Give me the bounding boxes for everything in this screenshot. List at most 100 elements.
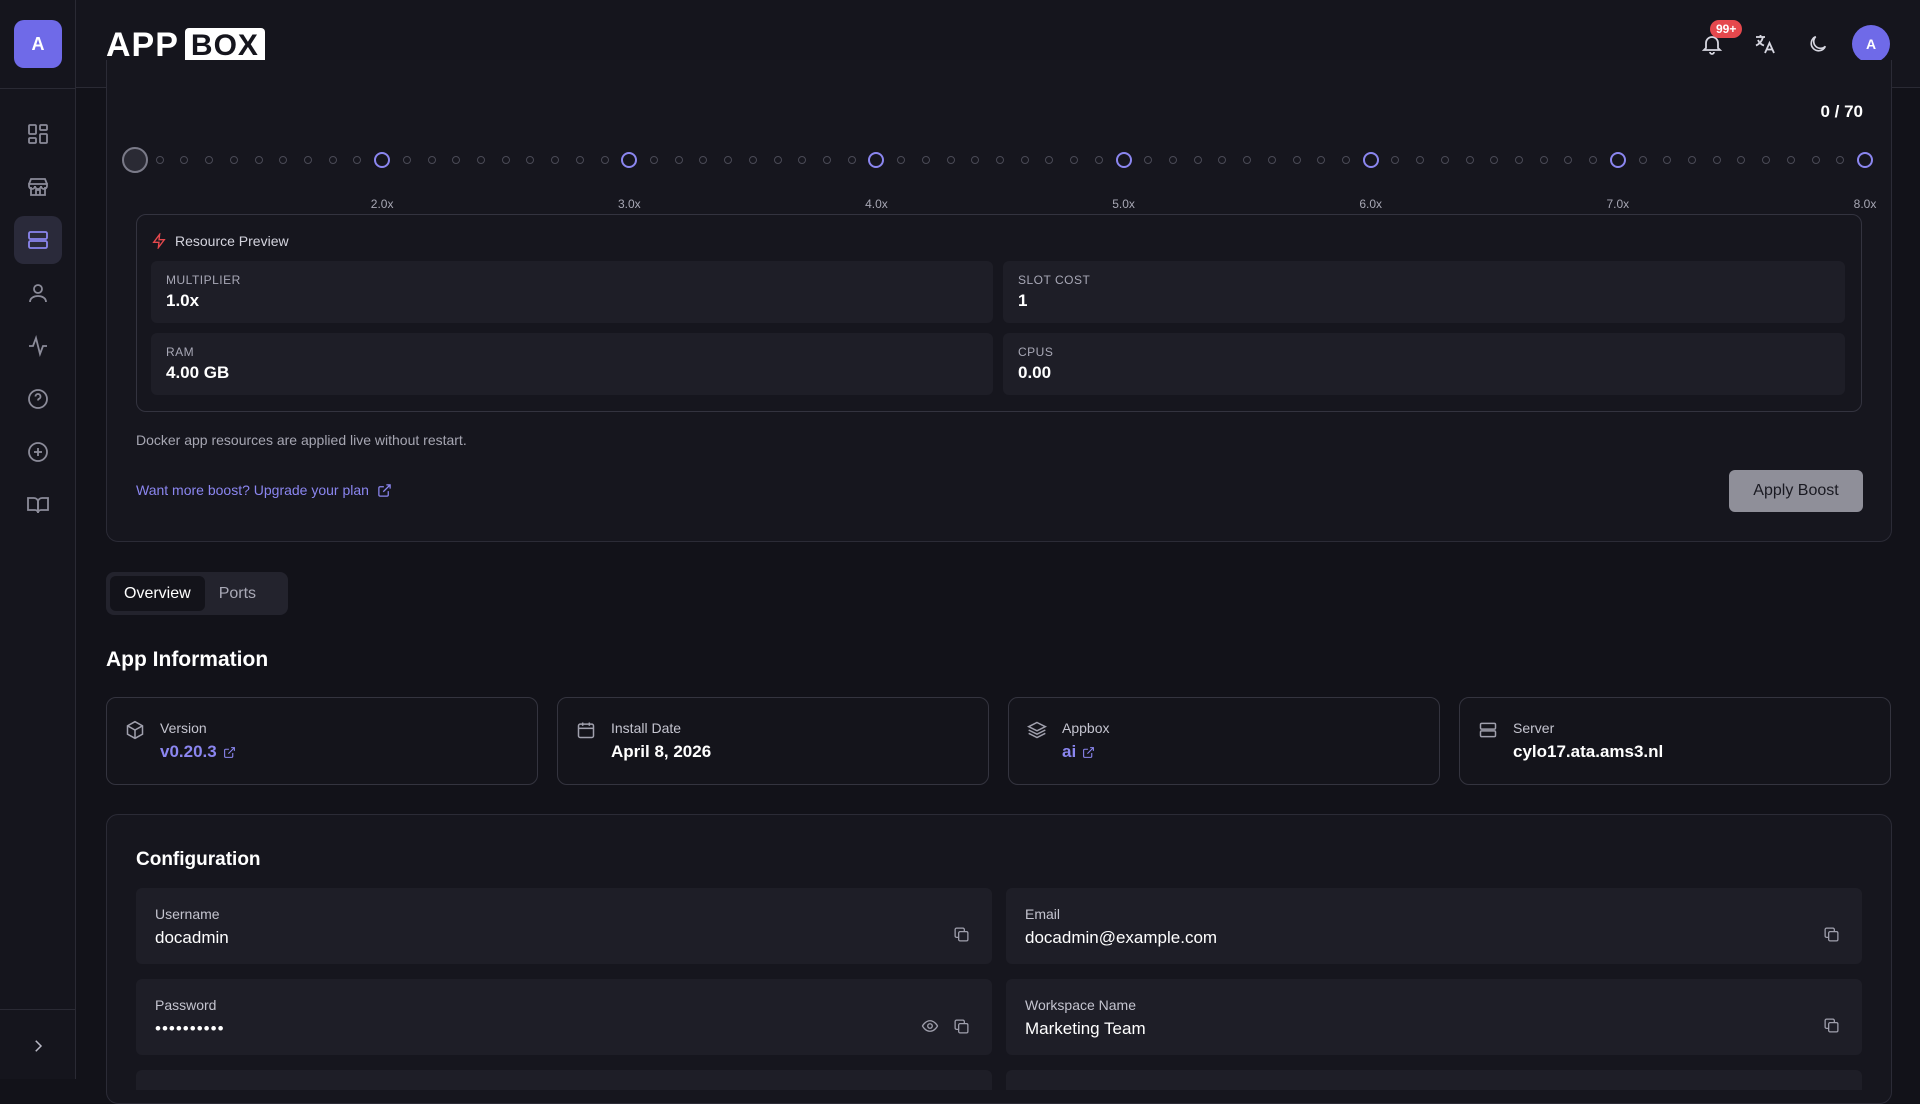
slider-tick[interactable] [328, 156, 337, 164]
slider-tick[interactable] [452, 156, 461, 164]
slider-tick[interactable] [1094, 156, 1103, 164]
tab-overview[interactable]: Overview [110, 576, 205, 611]
sidebar-item-dashboard[interactable] [14, 110, 62, 158]
slider-tick[interactable] [600, 156, 609, 164]
notifications-button[interactable]: 99+ [1692, 20, 1743, 64]
slider-tick[interactable] [1663, 156, 1672, 164]
slider-tick[interactable] [155, 156, 164, 164]
slider-tick[interactable] [1638, 156, 1647, 164]
slider-tick[interactable] [897, 156, 906, 164]
slider-tick[interactable] [1020, 156, 1029, 164]
copy-password-button[interactable] [953, 1018, 970, 1035]
boost-slider[interactable]: 2.0x 3.0x 4.0x 5.0x 6.0x 7.0x 8.0x [122, 140, 1876, 211]
slider-tick[interactable] [1267, 156, 1276, 164]
slider-tick[interactable] [402, 156, 411, 164]
slider-tick[interactable] [1391, 156, 1400, 164]
slider-tick[interactable] [798, 156, 807, 164]
slider-tick[interactable] [279, 156, 288, 164]
sidebar-item-store[interactable] [14, 163, 62, 211]
slider-tick[interactable] [823, 156, 831, 164]
slider-tick[interactable] [1243, 156, 1252, 164]
slider-tick[interactable] [773, 156, 782, 164]
slider-tick[interactable] [847, 156, 856, 164]
slider-tick[interactable] [650, 156, 658, 164]
slider-tick[interactable] [477, 156, 485, 164]
slider-tick[interactable] [1564, 156, 1573, 164]
slider-tick[interactable] [724, 156, 733, 164]
slider-tick[interactable] [699, 156, 708, 164]
slider-tick[interactable] [1836, 156, 1845, 164]
slider-tick[interactable] [1589, 156, 1598, 164]
copy-email-button[interactable] [1823, 926, 1840, 943]
slider-major-tick[interactable] [868, 152, 885, 168]
slider-tick[interactable] [1416, 156, 1425, 164]
slider-tick[interactable] [353, 156, 362, 164]
slider-tick[interactable] [946, 156, 955, 164]
slider-tick[interactable] [1317, 156, 1326, 164]
slider-tick[interactable] [229, 156, 238, 164]
slider-major-tick[interactable] [1115, 152, 1132, 168]
sidebar-item-servers[interactable] [14, 216, 62, 264]
slider-tick[interactable] [551, 156, 560, 164]
slider-tick[interactable] [205, 156, 214, 164]
slider-major-tick[interactable] [1362, 152, 1379, 168]
slider-tick[interactable] [1465, 156, 1474, 164]
slider-tick[interactable] [1712, 156, 1721, 164]
slider-major-tick[interactable] [621, 152, 638, 168]
version-link[interactable]: v0.20.3 [160, 742, 236, 762]
slider-tick[interactable] [1539, 156, 1548, 164]
upgrade-plan-link[interactable]: Want more boost? Upgrade your plan [136, 482, 392, 498]
slider-tick[interactable] [1342, 156, 1350, 164]
slider-tick[interactable] [1440, 156, 1449, 164]
workspace-avatar[interactable]: A [14, 20, 62, 68]
language-button[interactable] [1745, 24, 1785, 64]
copy-workspace-button[interactable] [1823, 1017, 1840, 1034]
slider-tick[interactable] [971, 156, 980, 164]
username-field: Username docadmin [136, 888, 992, 964]
tab-ports[interactable]: Ports [205, 576, 270, 611]
slider-tick[interactable] [921, 156, 930, 164]
slider-tick[interactable] [1762, 156, 1771, 164]
slider-tick[interactable] [1218, 156, 1227, 164]
theme-toggle-button[interactable] [1798, 24, 1838, 64]
slider-tick[interactable] [501, 156, 510, 164]
slider-tick[interactable] [1811, 156, 1820, 164]
slider-tick[interactable] [1193, 156, 1202, 164]
slider-tick[interactable] [526, 156, 535, 164]
sidebar-item-add[interactable] [14, 428, 62, 476]
slider-tick[interactable] [254, 156, 263, 164]
user-avatar[interactable]: A [1852, 25, 1890, 63]
slider-tick[interactable] [1737, 156, 1746, 164]
appbox-link[interactable]: ai [1062, 742, 1095, 762]
sidebar-item-docs[interactable] [14, 481, 62, 529]
slider-tick[interactable] [1688, 156, 1696, 164]
sidebar-item-account[interactable] [14, 269, 62, 317]
slider-tick[interactable] [1070, 156, 1079, 164]
eye-icon [921, 1020, 939, 1032]
slider-major-tick[interactable] [374, 152, 391, 168]
slider-tick[interactable] [1490, 156, 1499, 164]
slider-tick[interactable] [674, 156, 683, 164]
slider-tick[interactable] [575, 156, 584, 164]
slider-tick[interactable] [427, 156, 436, 164]
show-password-button[interactable] [921, 1017, 939, 1035]
slider-major-tick[interactable] [1609, 152, 1626, 168]
apply-boost-button[interactable]: Apply Boost [1729, 470, 1863, 512]
slider-tick[interactable] [1786, 156, 1795, 164]
slider-tick[interactable] [1144, 156, 1153, 164]
slider-tick[interactable] [1045, 156, 1054, 164]
sidebar-expand-button[interactable] [22, 1030, 54, 1062]
slider-tick[interactable] [1515, 156, 1523, 164]
slider-tick[interactable] [1169, 156, 1177, 164]
slider-tick[interactable] [1292, 156, 1301, 164]
slider-major-tick[interactable] [1857, 152, 1873, 168]
copy-username-button[interactable] [953, 926, 970, 943]
slider-tick[interactable] [304, 156, 312, 164]
sidebar-item-help[interactable] [14, 375, 62, 423]
slider-tick[interactable] [996, 156, 1004, 164]
slider-tick[interactable] [180, 156, 189, 164]
slider-tick[interactable] [748, 156, 757, 164]
sidebar-item-activity[interactable] [14, 322, 62, 370]
cpus-cell: CPUS 0.00 [1003, 333, 1845, 395]
slider-thumb[interactable] [122, 147, 148, 173]
